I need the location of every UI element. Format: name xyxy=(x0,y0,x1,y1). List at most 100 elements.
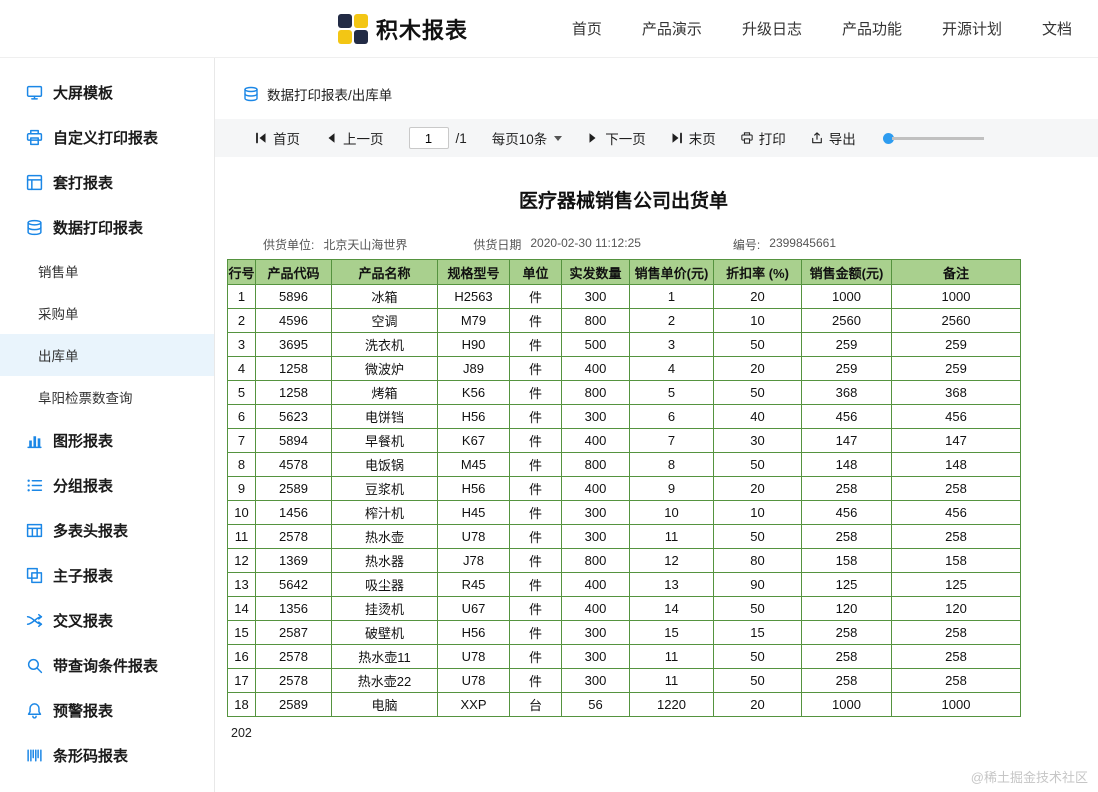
screen-icon xyxy=(26,84,43,101)
sidebar-item-query-condition-report[interactable]: 带查询条件报表 xyxy=(0,643,214,688)
table-cell: 件 xyxy=(509,380,562,405)
table-cell: 4 xyxy=(629,356,714,381)
sidebar: 大屏模板 自定义打印报表 套打报表 数据打印报表销售单采购单出库单阜阳检票数查询 图形报… xyxy=(0,58,215,792)
table-cell: 1258 xyxy=(255,380,332,405)
report-area: 医疗器械销售公司出货单 供货单位: 北京天山海世界 供货日期 2020-02-3… xyxy=(227,186,1021,740)
nav-item[interactable]: 升级日志 xyxy=(742,18,802,39)
sidebar-item-outbound-order[interactable]: 出库单 xyxy=(0,334,214,376)
table-cell: 14 xyxy=(227,596,256,621)
table-cell: 147 xyxy=(801,428,892,453)
pagination-toolbar: 首页 上一页 /1 每页10条 下一页 xyxy=(215,119,1098,157)
table-header-cell: 销售金额(元) xyxy=(801,259,892,285)
table-cell: 400 xyxy=(561,428,630,453)
table-cell: 件 xyxy=(509,284,562,309)
nav-item[interactable]: 文档 xyxy=(1042,18,1072,39)
sidebar-item-template-print-report[interactable]: 套打报表 xyxy=(0,160,214,205)
table-cell: 147 xyxy=(891,428,1021,453)
table-header-cell: 实发数量 xyxy=(561,259,630,285)
table-cell: 12 xyxy=(227,548,256,573)
nav-item[interactable]: 产品功能 xyxy=(842,18,902,39)
app-logo[interactable]: 积木报表 xyxy=(338,13,468,45)
table-cell: 456 xyxy=(801,404,892,429)
sidebar-item-cross-report[interactable]: 交叉报表 xyxy=(0,598,214,643)
table-cell: 6 xyxy=(227,404,256,429)
table-cell: 热水壶 xyxy=(331,524,438,549)
table-cell: 件 xyxy=(509,548,562,573)
table-cell: 件 xyxy=(509,524,562,549)
table-cell: 258 xyxy=(891,476,1021,501)
sidebar-item-chart-report[interactable]: 图形报表 xyxy=(0,418,214,463)
table-cell: 8 xyxy=(629,452,714,477)
last-page-button[interactable]: 末页 xyxy=(671,128,716,148)
sidebar-item-custom-print-report[interactable]: 自定义打印报表 xyxy=(0,115,214,160)
table-cell: 1258 xyxy=(255,356,332,381)
prev-page-icon xyxy=(325,132,337,144)
table-cell: 热水壶11 xyxy=(331,644,438,669)
table-cell: 30 xyxy=(713,428,802,453)
sidebar-item-sales-order[interactable]: 销售单 xyxy=(0,250,214,292)
sidebar-item-label: 出库单 xyxy=(38,349,79,364)
sidebar-item-warning-report[interactable]: 预警报表 xyxy=(0,688,214,733)
table-cell: 破壁机 xyxy=(331,620,438,645)
table-cell: 2 xyxy=(629,308,714,333)
sidebar-item-label: 销售单 xyxy=(38,265,79,280)
sidebar-item-barcode-report[interactable]: 条形码报表 xyxy=(0,733,214,778)
nav-item[interactable]: 产品演示 xyxy=(642,18,702,39)
table-cell: 148 xyxy=(801,452,892,477)
table-row: 6 5623 电饼铛 H56 件 300 6 40 456 456 xyxy=(227,404,1021,429)
table-cell: 烤箱 xyxy=(331,380,438,405)
table-cell: 11 xyxy=(227,524,256,549)
table-cell: 1456 xyxy=(255,500,332,525)
table-cell: 2 xyxy=(227,308,256,333)
breadcrumb-text: 数据打印报表/出库单 xyxy=(267,88,393,103)
export-button[interactable]: 导出 xyxy=(811,128,856,148)
sidebar-item-data-print-report[interactable]: 数据打印报表 xyxy=(0,205,214,250)
table-cell: 件 xyxy=(509,620,562,645)
sidebar-item-group-report[interactable]: 分组报表 xyxy=(0,463,214,508)
nav-item[interactable]: 首页 xyxy=(572,18,602,39)
print-button[interactable]: 打印 xyxy=(741,128,786,148)
first-page-button[interactable]: 首页 xyxy=(255,128,300,148)
sidebar-item-label: 带查询条件报表 xyxy=(53,658,159,675)
table-cell: 7 xyxy=(227,428,256,453)
table-cell: 800 xyxy=(561,452,630,477)
template-print-icon xyxy=(26,174,43,191)
table-header-cell: 产品代码 xyxy=(255,259,332,285)
last-page-icon xyxy=(671,132,683,144)
sidebar-item-label: 主子报表 xyxy=(53,568,114,585)
table-header-cell: 折扣率 (%) xyxy=(713,259,802,285)
report-info-row: 供货单位: 北京天山海世界 供货日期 2020-02-30 11:12:25 编… xyxy=(227,236,1020,253)
table-cell: 件 xyxy=(509,308,562,333)
table-cell: 50 xyxy=(713,668,802,693)
next-page-button[interactable]: 下一页 xyxy=(587,128,646,148)
table-cell: 300 xyxy=(561,644,630,669)
table-cell: 件 xyxy=(509,428,562,453)
page-size-select[interactable]: 每页10条 xyxy=(492,128,563,148)
table-cell: 17 xyxy=(227,668,256,693)
table-cell: 300 xyxy=(561,668,630,693)
table-cell: 16 xyxy=(227,644,256,669)
sidebar-item-multi-header-report[interactable]: 多表头报表 xyxy=(0,508,214,553)
row-count: 202 xyxy=(231,726,252,740)
table-cell: 1 xyxy=(227,284,256,309)
sidebar-item-main-sub-report[interactable]: 主子报表 xyxy=(0,553,214,598)
table-cell: 300 xyxy=(561,404,630,429)
sidebar-item-purchase-order[interactable]: 采购单 xyxy=(0,292,214,334)
table-header-cell: 行号 xyxy=(227,259,256,285)
table-cell: 2589 xyxy=(255,692,332,717)
table-cell: 热水壶22 xyxy=(331,668,438,693)
chevron-down-icon xyxy=(554,135,563,141)
table-header-cell: 销售单价(元) xyxy=(629,259,714,285)
nav-item[interactable]: 开源计划 xyxy=(942,18,1002,39)
zoom-slider xyxy=(882,132,984,144)
prev-page-button[interactable]: 上一页 xyxy=(325,128,384,148)
table-cell: U78 xyxy=(437,644,510,669)
sidebar-item-fuyang-ticket-query[interactable]: 阜阳检票数查询 xyxy=(0,376,214,418)
table-cell: 90 xyxy=(713,572,802,597)
page-number-input[interactable] xyxy=(408,127,449,149)
sidebar-item-big-screen-template[interactable]: 大屏模板 xyxy=(0,70,214,115)
table-cell: 微波炉 xyxy=(331,356,438,381)
table-cell: 15 xyxy=(227,620,256,645)
table-cell: 158 xyxy=(891,548,1021,573)
table-cell: 456 xyxy=(801,500,892,525)
